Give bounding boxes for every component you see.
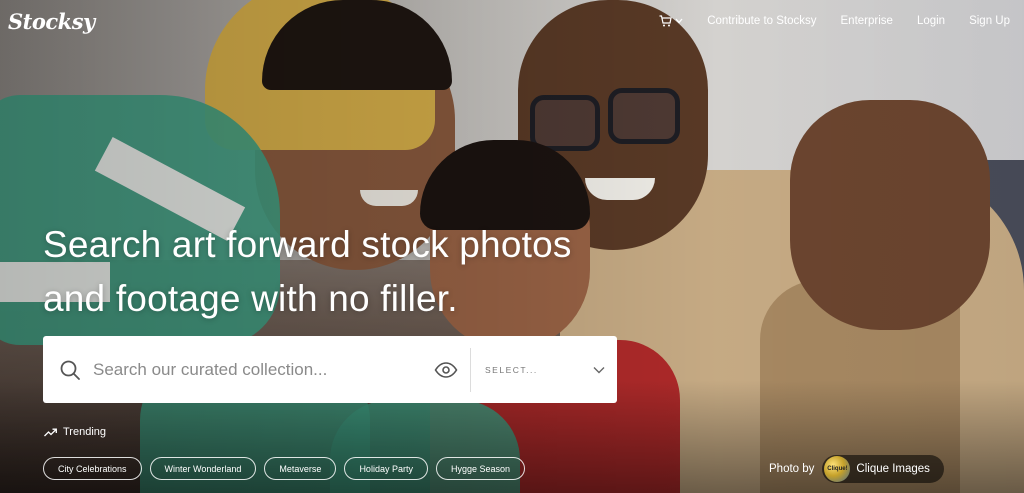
trending-chip[interactable]: Hygge Season xyxy=(435,457,526,480)
search-icon[interactable] xyxy=(47,359,93,381)
headline-line-2: and footage with no filler. xyxy=(43,278,458,319)
photographer-link[interactable]: Clique! Clique Images xyxy=(822,455,944,483)
trending-text: Trending xyxy=(63,426,107,438)
hero-section: Stocksy Contribute to Stocksy Enterprise… xyxy=(0,0,1024,493)
top-nav: Contribute to Stocksy Enterprise Login S… xyxy=(659,15,1010,27)
chevron-down-icon xyxy=(675,18,683,24)
cart-icon xyxy=(659,15,672,27)
nav-signup-link[interactable]: Sign Up xyxy=(969,15,1010,27)
chevron-down-icon xyxy=(593,366,605,373)
credit-prefix: Photo by xyxy=(769,463,815,475)
trending-label: Trending xyxy=(44,426,106,438)
trending-chip[interactable]: Winter Wonderland xyxy=(149,457,257,480)
headline-line-1: Search art forward stock photos xyxy=(43,224,572,265)
eye-icon[interactable] xyxy=(422,361,470,378)
stocksy-logo[interactable]: Stocksy xyxy=(8,9,95,34)
photographer-avatar: Clique! xyxy=(824,456,851,482)
search-bar: SELECT... xyxy=(43,336,617,403)
nav-contribute-link[interactable]: Contribute to Stocksy xyxy=(707,15,816,27)
cart-button[interactable] xyxy=(659,15,683,27)
trending-chips: City Celebrations Winter Wonderland Meta… xyxy=(43,457,526,480)
trending-chip[interactable]: Metaverse xyxy=(264,457,337,480)
trending-chip[interactable]: City Celebrations xyxy=(43,457,142,480)
nav-enterprise-link[interactable]: Enterprise xyxy=(841,15,893,27)
trending-up-icon xyxy=(44,428,57,436)
media-type-select[interactable]: SELECT... xyxy=(471,336,617,403)
search-input[interactable] xyxy=(93,336,422,403)
trending-chip[interactable]: Holiday Party xyxy=(344,457,428,480)
photo-credit: Photo by Clique! Clique Images xyxy=(769,455,944,483)
photographer-name: Clique Images xyxy=(856,463,930,475)
nav-login-link[interactable]: Login xyxy=(917,15,945,27)
hero-headline: Search art forward stock photos and foot… xyxy=(43,218,643,326)
select-value: SELECT... xyxy=(485,364,538,375)
